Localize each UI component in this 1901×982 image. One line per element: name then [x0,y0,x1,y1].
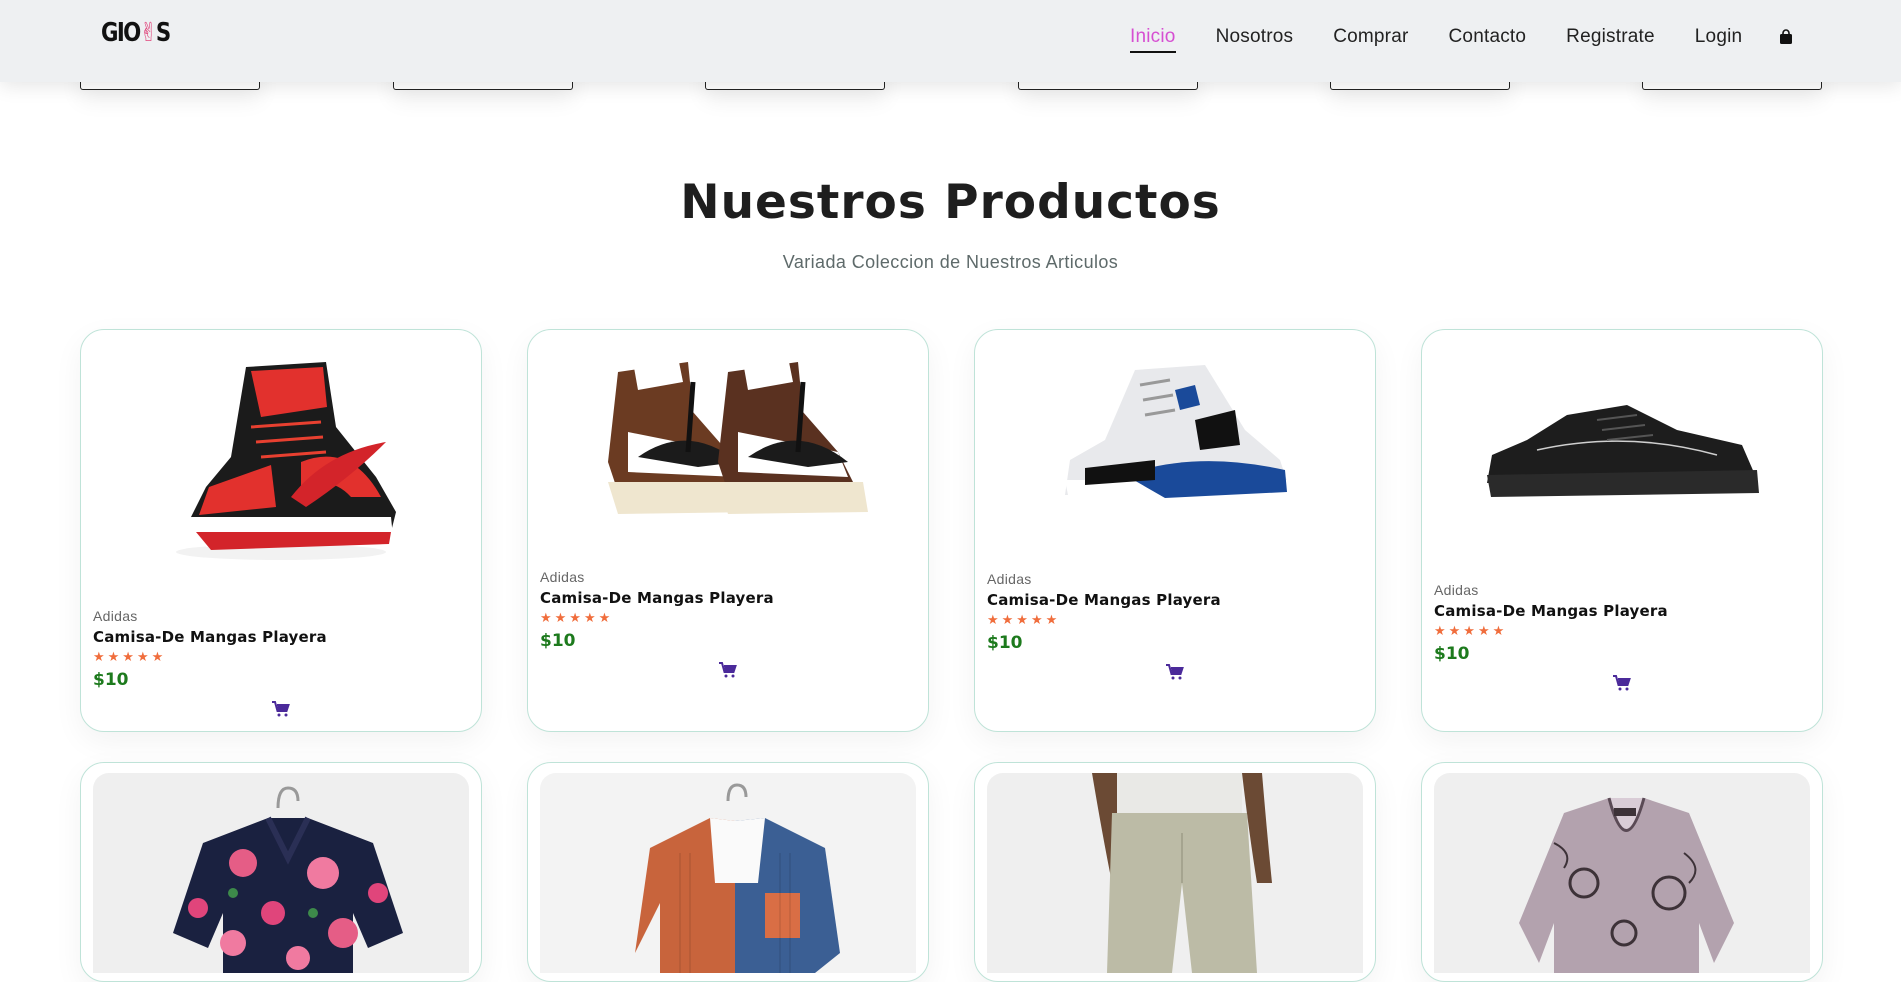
product-price: $10 [1434,644,1470,664]
product-image-patterned-blouse[interactable] [1434,773,1810,973]
product-brand: Adidas [1434,582,1479,598]
product-image-floral-shirt[interactable] [93,773,469,973]
product-name[interactable]: Camisa-De Mangas Playera [540,589,774,607]
product-card[interactable]: Adidas Camisa-De Mangas Playera ★★★★★ $1… [1421,329,1823,732]
nav-link-inicio[interactable]: Inicio [1130,26,1176,53]
product-image-red-sneaker[interactable] [93,342,469,572]
product-name[interactable]: Camisa-De Mangas Playera [1434,602,1668,620]
main-nav: Inicio Nosotros Comprar Contacto Registr… [1130,26,1796,53]
section-subtitle: Variada Coleccion de Nuestros Articulos [782,252,1119,272]
product-card[interactable] [80,762,482,982]
add-to-cart-icon[interactable] [272,701,290,717]
product-image-linen-pants[interactable] [987,773,1363,973]
nav-link-comprar[interactable]: Comprar [1333,26,1408,48]
product-brand: Adidas [987,571,1032,587]
product-image-black-sneaker[interactable] [1434,342,1810,537]
nav-link-login[interactable]: Login [1695,26,1743,48]
brand-logo[interactable]: GIO✌S [101,18,171,48]
product-image-corduroy-shirt[interactable] [540,773,916,973]
add-to-cart-icon[interactable] [1166,664,1184,680]
add-to-cart-icon[interactable] [719,662,737,678]
product-rating: ★★★★★ [93,650,167,665]
nav-link-registrate[interactable]: Registrate [1566,26,1655,48]
product-image-white-blue-sneaker[interactable] [987,342,1363,527]
product-brand: Adidas [93,608,138,624]
add-to-cart-icon[interactable] [1613,675,1631,691]
nav-link-nosotros[interactable]: Nosotros [1216,26,1294,48]
product-price: $10 [987,633,1023,653]
product-image-brown-sneakers[interactable] [540,342,916,522]
product-price: $10 [93,670,129,690]
product-brand: Adidas [540,569,585,585]
product-price: $10 [540,631,576,651]
product-card[interactable] [527,762,929,982]
product-rating: ★★★★★ [540,611,614,626]
product-card[interactable]: Adidas Camisa-De Mangas Playera ★★★★★ $1… [974,329,1376,732]
product-card[interactable]: Adidas Camisa-De Mangas Playera ★★★★★ $1… [80,329,482,732]
product-card[interactable] [1421,762,1823,982]
section-title: Nuestros Productos [680,175,1221,230]
product-rating: ★★★★★ [987,613,1061,628]
product-card[interactable]: Adidas Camisa-De Mangas Playera ★★★★★ $1… [527,329,929,732]
product-card[interactable] [974,762,1376,982]
site-header: GIO✌S Inicio Nosotros Comprar Contacto R… [0,0,1901,82]
product-name[interactable]: Camisa-De Mangas Playera [93,628,327,646]
product-name[interactable]: Camisa-De Mangas Playera [987,591,1221,609]
shopping-bag-icon[interactable] [1778,29,1796,45]
nav-link-contacto[interactable]: Contacto [1449,26,1527,48]
product-rating: ★★★★★ [1434,624,1508,639]
